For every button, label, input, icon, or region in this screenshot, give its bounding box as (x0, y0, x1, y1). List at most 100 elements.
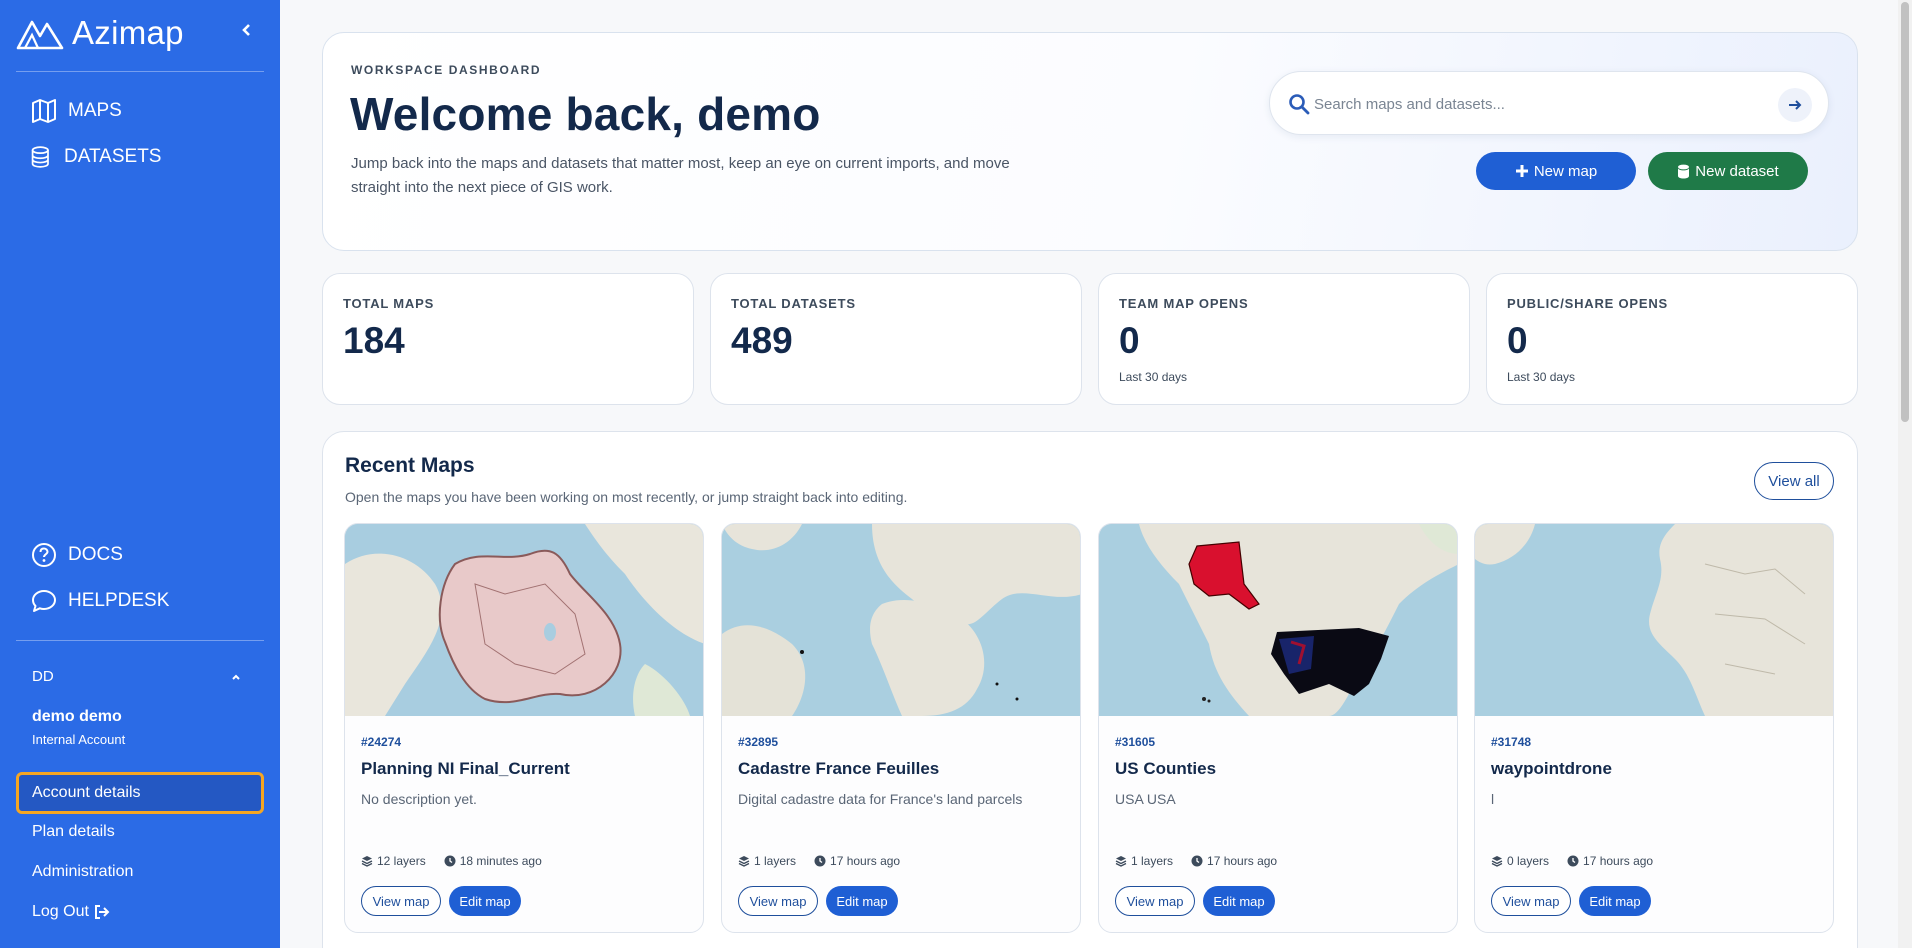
link-label: Administration (32, 863, 134, 880)
stat-value: 0 (1119, 320, 1140, 361)
search-input[interactable] (1314, 84, 1754, 124)
stat-value: 184 (343, 320, 405, 361)
map-card: #31605 US Counties USA USA 1 layers 17 h… (1098, 523, 1458, 933)
page-scrollbar[interactable] (1898, 0, 1912, 948)
logout-icon (94, 905, 110, 919)
database-icon (31, 146, 49, 168)
map-icon (32, 99, 56, 123)
layers-icon (738, 856, 750, 867)
hero-description: Jump back into the maps and datasets tha… (351, 155, 1010, 196)
map-card: #31748 waypointdrone l 0 layers 17 hours… (1474, 523, 1834, 933)
clock-icon (444, 855, 456, 867)
map-description: l (1491, 791, 1495, 807)
edit-map-button[interactable]: Edit map (449, 886, 521, 916)
stat-period: Last 30 days (1119, 370, 1188, 384)
plus-icon (1515, 165, 1528, 177)
map-card: #24274 Planning NI Final_Current No desc… (344, 523, 704, 933)
stat-label: TEAM MAP OPENS (1119, 296, 1249, 311)
updated-time: 17 hours ago (830, 854, 901, 868)
map-meta: 12 layers 18 minutes ago (361, 854, 542, 868)
map-id: #31748 (1491, 735, 1532, 749)
layer-count: 1 layers (754, 854, 797, 868)
search-submit-button[interactable] (1778, 88, 1812, 122)
map-title: Planning NI Final_Current (361, 759, 570, 778)
collapse-sidebar-icon[interactable] (240, 22, 256, 44)
chevron-up-icon (232, 674, 240, 680)
updated-time: 17 hours ago (1207, 854, 1278, 868)
question-icon (32, 543, 56, 567)
layer-count: 1 layers (1131, 854, 1174, 868)
updated-time: 17 hours ago (1583, 854, 1654, 868)
map-id: #31605 (1115, 735, 1156, 749)
mountain-logo-icon (16, 20, 64, 50)
stat-value: 489 (731, 320, 793, 361)
edit-map-button[interactable]: Edit map (1203, 886, 1275, 916)
new-map-button[interactable]: New map (1476, 152, 1636, 190)
section-subtitle: Open the maps you have been working on m… (345, 489, 908, 505)
view-map-button[interactable]: View map (361, 886, 441, 916)
sidebar-divider (16, 640, 264, 641)
search-icon (1289, 94, 1310, 115)
sidebar-item-label: HELPDESK (68, 590, 170, 611)
map-title: waypointdrone (1491, 759, 1612, 778)
account-toggle[interactable]: DD (32, 668, 242, 685)
layers-icon (1491, 856, 1503, 867)
sidebar-item-maps[interactable]: MAPS (30, 97, 122, 125)
view-map-button[interactable]: View map (1115, 886, 1195, 916)
administration-link[interactable]: Administration (16, 853, 264, 891)
map-meta: 1 layers 17 hours ago (1115, 854, 1277, 868)
sidebar-divider (16, 71, 264, 72)
account-initials: DD (32, 668, 54, 685)
view-all-button[interactable]: View all (1754, 462, 1834, 500)
clock-icon (814, 855, 826, 867)
user-account-type: Internal Account (32, 732, 126, 747)
database-icon (1678, 164, 1690, 178)
button-label: New dataset (1695, 162, 1779, 180)
edit-map-button[interactable]: Edit map (826, 886, 898, 916)
welcome-hero: WORKSPACE DASHBOARD Welcome back, demo J… (322, 32, 1858, 251)
map-description: USA USA (1115, 791, 1176, 807)
map-meta: 0 layers 17 hours ago (1491, 854, 1653, 868)
scrollbar-thumb[interactable] (1901, 2, 1909, 422)
search-bar (1269, 71, 1829, 135)
link-label: Log Out (32, 903, 89, 920)
account-details-link[interactable]: Account details (16, 772, 264, 814)
map-id: #24274 (361, 735, 402, 749)
map-card: #32895 Cadastre France Feuilles Digital … (721, 523, 1081, 933)
map-thumbnail[interactable] (722, 524, 1081, 716)
logout-link[interactable]: Log Out (16, 893, 264, 931)
layer-count: 0 layers (1507, 854, 1550, 868)
map-thumbnail[interactable] (345, 524, 704, 716)
view-map-button[interactable]: View map (738, 886, 818, 916)
stat-card-public-share-opens: PUBLIC/SHARE OPENS 0 Last 30 days (1486, 273, 1858, 405)
stat-period: Last 30 days (1507, 370, 1576, 384)
new-dataset-button[interactable]: New dataset (1648, 152, 1808, 190)
brand-logo[interactable]: Azimap (16, 14, 184, 52)
clock-icon (1191, 855, 1203, 867)
plan-details-link[interactable]: Plan details (16, 813, 264, 851)
arrow-right-icon (1789, 100, 1802, 110)
updated-time: 18 minutes ago (459, 854, 542, 868)
sidebar-item-docs[interactable]: DOCS (30, 541, 123, 569)
stat-value: 0 (1507, 320, 1528, 361)
map-thumbnail[interactable] (1099, 524, 1458, 716)
edit-map-button[interactable]: Edit map (1579, 886, 1651, 916)
sidebar-item-label: DOCS (68, 544, 123, 565)
sidebar-item-label: DATASETS (64, 146, 162, 167)
button-label: New map (1533, 162, 1598, 180)
sidebar: Azimap MAPS DATASETS DOCS HELPDESK DD de… (0, 0, 280, 948)
section-title: Recent Maps (345, 454, 475, 477)
stat-label: TOTAL MAPS (343, 296, 435, 311)
map-thumbnail[interactable] (1475, 524, 1834, 716)
chat-icon (32, 590, 56, 612)
stat-label: PUBLIC/SHARE OPENS (1507, 296, 1669, 311)
sidebar-item-helpdesk[interactable]: HELPDESK (30, 587, 169, 615)
user-name: demo demo (32, 708, 122, 725)
view-map-button[interactable]: View map (1491, 886, 1571, 916)
map-title: US Counties (1115, 759, 1217, 778)
layers-icon (361, 856, 373, 867)
layer-count: 12 layers (377, 854, 426, 868)
map-title: Cadastre France Feuilles (738, 759, 940, 778)
map-meta: 1 layers 17 hours ago (738, 854, 900, 868)
sidebar-item-datasets[interactable]: DATASETS (30, 143, 161, 171)
